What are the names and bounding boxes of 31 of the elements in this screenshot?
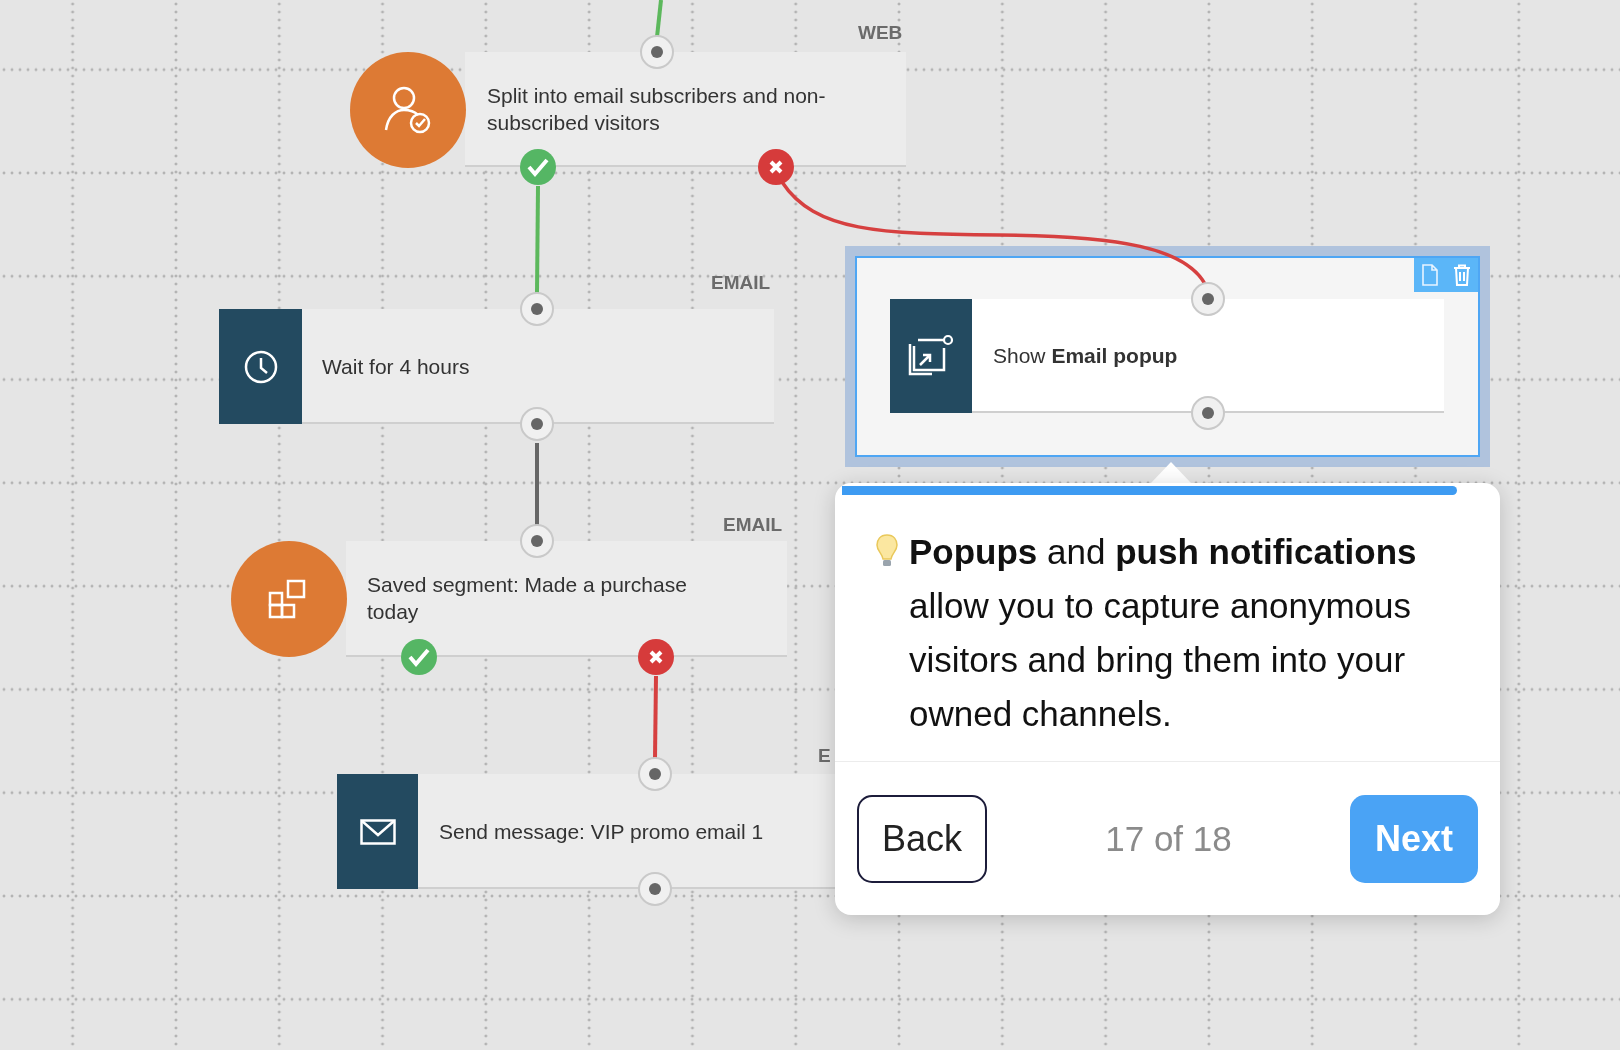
- input-port[interactable]: [638, 757, 672, 791]
- channel-label: WEB: [858, 22, 903, 44]
- output-port[interactable]: [520, 407, 554, 441]
- node-card[interactable]: Show Email popup: [890, 299, 1444, 413]
- input-port[interactable]: [640, 35, 674, 69]
- popup-window-icon: [908, 334, 954, 378]
- input-port[interactable]: [520, 292, 554, 326]
- node-label: Wait for 4 hours: [322, 353, 471, 379]
- yes-branch-check-icon[interactable]: [400, 638, 438, 676]
- node-card[interactable]: Saved segment: Made a purchase today: [346, 541, 787, 657]
- envelope-icon: [359, 818, 396, 845]
- node-label: Show Email popup: [993, 342, 1179, 369]
- yes-branch-check-icon[interactable]: [519, 148, 557, 186]
- output-port[interactable]: [638, 872, 672, 906]
- node-label: Split into email subscribers and non-subscribed visitors: [487, 82, 827, 136]
- input-port[interactable]: [520, 524, 554, 558]
- no-branch-cross-icon[interactable]: [637, 638, 675, 676]
- lightbulb-icon: [875, 533, 899, 569]
- step-counter: 17 of 18: [1105, 818, 1232, 859]
- back-button[interactable]: Back: [857, 794, 987, 883]
- channel-label: EMAIL: [723, 514, 783, 536]
- no-branch-cross-icon[interactable]: [757, 148, 795, 186]
- node-card[interactable]: Wait for 4 hours: [219, 309, 774, 424]
- channel-label: EMAIL: [711, 272, 771, 294]
- node-label: Send message: VIP promo email 1: [439, 818, 765, 844]
- channel-label: E: [818, 745, 831, 767]
- tooltip-message: Popups and push notifications allow you to capture anonymous visitors and bring them into your owned channels.: [909, 531, 1418, 735]
- connector-line: [655, 0, 663, 38]
- node-label: Saved segment: Made a purchase today: [367, 572, 688, 625]
- clock-icon: [243, 349, 278, 384]
- node-card[interactable]: Split into email subscribers and non-subscribed visitors: [465, 52, 906, 167]
